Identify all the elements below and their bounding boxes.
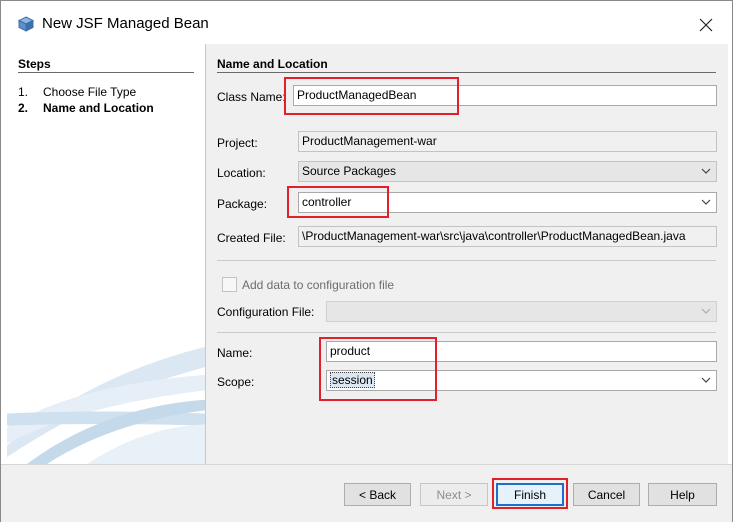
steps-panel: Steps 1. Choose File Type 2. Name and Loca…: [7, 44, 205, 464]
back-button[interactable]: < Back: [344, 483, 411, 506]
chevron-down-icon: [701, 377, 711, 383]
next-button[interactable]: Next >: [420, 483, 488, 506]
step-choose-file-type: 1. Choose File Type: [18, 85, 136, 99]
bean-name-label: Name:: [217, 346, 253, 360]
step-number: 2.: [18, 101, 29, 115]
step-number: 1.: [18, 85, 29, 99]
cancel-button[interactable]: Cancel: [573, 483, 640, 506]
class-name-label: Class Name:: [217, 90, 286, 104]
project-label: Project:: [217, 136, 258, 150]
new-jsf-managed-bean-dialog: New JSF Managed Bean Steps 1. Choose File…: [0, 0, 733, 522]
class-name-input[interactable]: ProductManagedBean: [293, 85, 717, 106]
project-field: ProductManagement-war: [298, 131, 717, 152]
created-file-label: Created File:: [217, 231, 286, 245]
finish-button[interactable]: Finish: [496, 483, 564, 506]
section-separator: [217, 332, 716, 333]
location-value: Source Packages: [302, 164, 397, 178]
step-label: Choose File Type: [43, 85, 137, 99]
help-button[interactable]: Help: [648, 483, 717, 506]
close-icon: [699, 18, 713, 32]
package-value: controller: [302, 195, 352, 209]
section-title: Name and Location: [217, 57, 328, 71]
steps-title: Steps: [18, 57, 51, 71]
chevron-down-icon: [701, 199, 711, 205]
chevron-down-icon: [701, 308, 711, 314]
bean-name-input[interactable]: product: [326, 341, 717, 362]
name-and-location-panel: Name and Location Class Name: ProductMan…: [206, 44, 728, 464]
step-name-and-location: 2. Name and Location: [18, 101, 154, 115]
step-label: Name and Location: [43, 101, 154, 115]
section-separator: [217, 260, 716, 261]
steps-divider: [18, 72, 194, 73]
close-button[interactable]: [693, 12, 719, 38]
scope-label: Scope:: [217, 375, 255, 389]
add-data-config-label: Add data to configuration file: [242, 278, 395, 292]
configuration-file-dropdown[interactable]: [326, 301, 717, 322]
location-label: Location:: [217, 166, 266, 180]
configuration-file-label: Configuration File:: [217, 305, 315, 319]
location-dropdown[interactable]: Source Packages: [298, 161, 717, 182]
section-divider: [217, 72, 716, 73]
decorative-swoosh-graphic: [7, 346, 205, 464]
title-bar: New JSF Managed Bean: [1, 1, 732, 43]
scope-value: session: [330, 372, 375, 388]
button-bar: < Back Next > Finish Cancel Help: [1, 465, 732, 522]
cube-icon: [18, 16, 34, 32]
created-file-field: \ProductManagement-war\src\java\controll…: [298, 226, 717, 247]
scope-dropdown[interactable]: session: [326, 370, 717, 391]
window-title: New JSF Managed Bean: [42, 15, 209, 32]
chevron-down-icon: [701, 168, 711, 174]
package-label: Package:: [217, 197, 268, 211]
package-combobox[interactable]: controller: [298, 192, 717, 213]
add-data-config-checkbox[interactable]: [222, 277, 237, 292]
